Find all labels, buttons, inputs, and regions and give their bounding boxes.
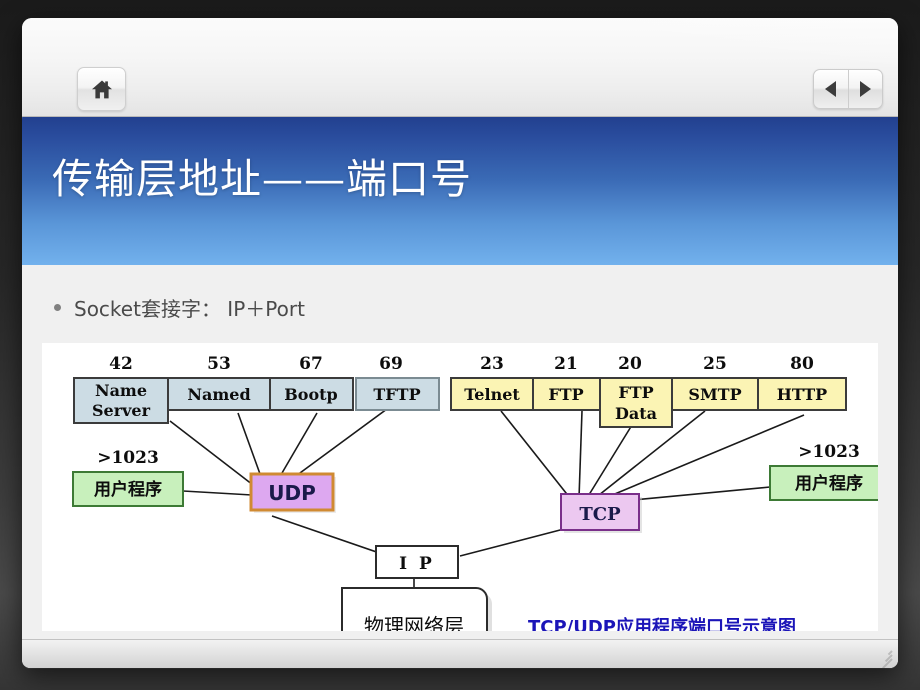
service-label: FTP [618,383,653,402]
home-button[interactable] [77,67,126,111]
port-label: 69 [379,354,403,374]
port-label: 20 [618,354,642,374]
triangle-left-icon [825,81,837,97]
udp-label: UDP [268,481,316,505]
slide-navigation-group [813,69,883,109]
udp-user-port-label: >1023 [97,448,159,468]
status-bar [22,639,898,668]
user-program-labels: 用户程序 用户程序 [94,473,863,500]
bullet-item-label: Socket套接字： IP＋Port [74,297,305,321]
tcp-user-program-label: 用户程序 [795,473,863,494]
ip-label: I P [399,554,435,574]
slide-viewer-window: 传输层地址——端口号 Socket套接字： IP＋Port 42 53 67 6… [22,18,898,668]
port-label: 23 [480,354,504,374]
home-icon [91,80,112,98]
bullet-item: Socket套接字： IP＋Port [54,293,305,322]
slide-title-band: 传输层地址——端口号 [22,117,898,265]
port-label: 80 [790,354,814,374]
service-label: Server [92,401,151,420]
page-title: 传输层地址——端口号 [52,155,472,203]
tcp-user-port-label: >1023 [798,442,860,462]
tcp-label: TCP [579,504,621,525]
service-label: Name [95,381,147,400]
bullet-dot-icon [54,304,61,311]
port-label: 21 [554,354,578,374]
service-label: Bootp [284,385,337,404]
udp-user-program-label: 用户程序 [94,479,162,500]
slide-content: Socket套接字： IP＋Port 42 53 67 69 23 21 20 … [22,265,898,640]
previous-slide-button[interactable] [814,70,848,108]
service-label: Telnet [464,385,520,404]
user-program-boxes [72,465,878,507]
port-number-labels: 42 53 67 69 23 21 20 25 80 [109,354,814,374]
service-label: Data [615,404,657,423]
service-label: SMTP [688,385,741,404]
resize-grip-icon[interactable] [878,649,893,668]
service-label: HTTP [777,385,827,404]
port-number-diagram: 42 53 67 69 23 21 20 25 80 Name Server N… [42,343,878,631]
screen: 传输层地址——端口号 Socket套接字： IP＋Port 42 53 67 6… [0,0,920,690]
port-label: 42 [109,354,133,374]
diagram-caption: TCP/UDP应用程序端口号示意图 [528,616,796,631]
triangle-right-icon [859,81,871,97]
port-label: 25 [703,354,727,374]
physical-layer-label: 物理网络层 [364,614,464,631]
diagram-canvas: 42 53 67 69 23 21 20 25 80 Name Server N… [72,354,878,631]
port-label: 53 [207,354,231,374]
next-slide-button[interactable] [847,70,883,108]
service-label: TFTP [373,385,420,404]
service-label: FTP [548,385,583,404]
port-label: 67 [299,354,323,374]
service-label: Named [187,385,250,404]
ephemeral-port-labels: >1023 >1023 [97,442,860,468]
toolbar [22,18,898,117]
